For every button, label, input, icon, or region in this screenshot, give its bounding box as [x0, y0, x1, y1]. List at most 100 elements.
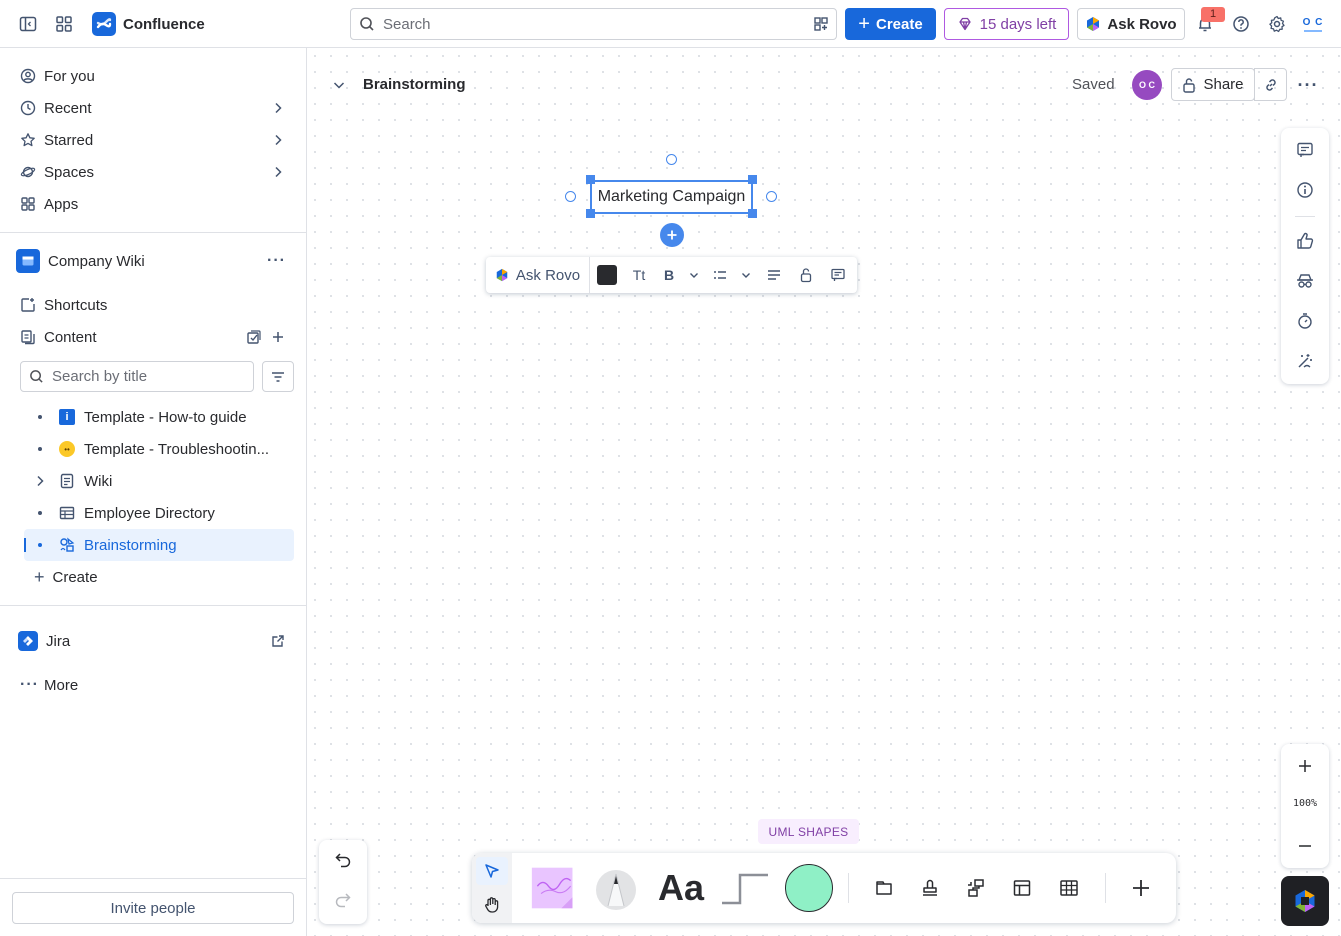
space-more-icon[interactable]: ··· [267, 252, 286, 270]
sidebar-item-content[interactable]: Content [12, 321, 294, 353]
invite-people-button[interactable]: Invite people [12, 892, 294, 924]
stamp-tool-icon[interactable] [918, 876, 942, 900]
global-search-input[interactable]: Search [350, 8, 837, 40]
rovo-chat-button[interactable] [1281, 876, 1329, 926]
add-connected-shape-icon[interactable] [660, 223, 684, 247]
sidebar-item-jira[interactable]: Jira [12, 625, 294, 657]
shape-format-toolbar: Ask Rovo Tt B [486, 257, 857, 293]
chevron-right-icon[interactable] [32, 473, 48, 489]
app-switcher-icon[interactable] [48, 8, 80, 40]
search-icon [30, 370, 43, 383]
resize-handle-bottom-left[interactable] [586, 209, 595, 218]
text-tool[interactable]: Aa [656, 865, 706, 911]
uml-shapes-label[interactable]: UML SHAPES [758, 819, 859, 844]
resize-handle-top-right[interactable] [748, 175, 757, 184]
sidebar-toggle-icon[interactable] [12, 8, 44, 40]
tree-item-troubleshooting[interactable]: •• Template - Troubleshootin... [24, 433, 294, 465]
like-icon[interactable] [1293, 229, 1317, 253]
copy-link-button[interactable] [1254, 68, 1287, 101]
help-icon[interactable] [1225, 8, 1257, 40]
template-icon[interactable] [1010, 876, 1034, 900]
zoom-controls: 100% [1281, 744, 1329, 868]
sidebar-item-label: More [44, 676, 79, 694]
redo-icon[interactable] [331, 888, 355, 912]
tree-item-wiki[interactable]: Wiki [24, 465, 294, 497]
tree-create-button[interactable]: + Create [24, 561, 294, 593]
sidebar-item-apps[interactable]: Apps [12, 188, 294, 220]
comments-icon[interactable] [1293, 138, 1317, 162]
resize-handle-top-left[interactable] [586, 175, 595, 184]
undo-icon[interactable] [331, 848, 355, 872]
sidebar-item-spaces[interactable]: Spaces [12, 156, 294, 188]
connector-handle-left[interactable] [565, 191, 576, 202]
tree-item-employee-directory[interactable]: Employee Directory [24, 497, 294, 529]
timer-icon[interactable] [1293, 309, 1317, 333]
chevron-down-icon[interactable] [736, 257, 756, 293]
user-circle-icon [20, 68, 36, 84]
shape-tool[interactable] [784, 863, 834, 913]
lock-icon[interactable] [792, 257, 820, 293]
ask-rovo-button[interactable]: Ask Rovo [1077, 8, 1185, 40]
bulk-select-icon[interactable] [246, 329, 262, 345]
more-actions-icon[interactable]: ··· [1296, 74, 1320, 96]
trial-button[interactable]: 15 days left [944, 8, 1069, 40]
select-tool-icon[interactable] [476, 857, 508, 885]
tree-item-how-to-guide[interactable]: i Template - How-to guide [24, 401, 294, 433]
frame-tool-icon[interactable] [872, 876, 896, 900]
search-filter-icon[interactable] [806, 9, 836, 39]
sidebar-item-starred[interactable]: Starred [12, 124, 294, 156]
profile-avatar[interactable]: O C [1299, 10, 1327, 38]
connector-tool[interactable] [720, 867, 770, 909]
settings-gear-icon[interactable] [1261, 8, 1293, 40]
add-content-icon[interactable] [270, 329, 286, 345]
sidebar-item-label: Jira [46, 632, 71, 650]
confluence-home-link[interactable]: Confluence [92, 12, 205, 36]
table-tool-icon[interactable] [1057, 876, 1081, 900]
bold-icon[interactable]: B [654, 257, 684, 293]
share-button[interactable]: Share [1171, 68, 1255, 101]
zoom-level[interactable]: 100% [1281, 798, 1329, 809]
connector-handle-right[interactable] [766, 191, 777, 202]
sidebar-item-recent[interactable]: Recent [12, 92, 294, 124]
space-header-company-wiki[interactable]: Company Wiki ··· [12, 245, 294, 277]
search-by-title-placeholder: Search by title [52, 368, 148, 385]
toolbar-ask-rovo-button[interactable]: Ask Rovo [486, 257, 590, 293]
page-title[interactable]: Brainstorming [363, 76, 466, 93]
pen-tool[interactable] [594, 866, 638, 910]
thinking-face-icon: •• [58, 440, 76, 458]
resize-handle-bottom-right[interactable] [748, 209, 757, 218]
more-tools-plus-icon[interactable] [1129, 876, 1153, 900]
color-swatch-button[interactable] [590, 257, 624, 293]
sticky-note-tool[interactable] [530, 864, 578, 912]
active-indicator [24, 538, 26, 552]
zoom-in-icon[interactable] [1293, 754, 1317, 778]
uml-shapes-icon[interactable] [964, 876, 988, 900]
rotate-handle[interactable] [666, 154, 677, 165]
filter-button[interactable] [262, 361, 294, 392]
magic-wand-icon[interactable] [1293, 349, 1317, 373]
sidebar-item-for-you[interactable]: For you [12, 60, 294, 92]
comment-icon[interactable] [820, 257, 856, 293]
sidebar-item-label: Apps [44, 195, 79, 213]
hand-pan-icon[interactable] [476, 891, 508, 919]
zoom-out-icon[interactable] [1293, 834, 1317, 858]
incognito-icon[interactable] [1293, 269, 1317, 293]
align-left-icon[interactable] [756, 257, 792, 293]
create-button[interactable]: + Create [845, 8, 936, 40]
sidebar-item-more[interactable]: ··· More [12, 669, 294, 701]
ask-rovo-label: Ask Rovo [1107, 15, 1177, 33]
rovo-icon [1087, 17, 1100, 31]
search-by-title-input[interactable]: Search by title [20, 361, 254, 392]
sidebar-item-shortcuts[interactable]: Shortcuts [12, 289, 294, 321]
whiteboard-canvas[interactable] [307, 48, 1341, 936]
collapse-chevron-icon[interactable] [330, 76, 348, 94]
bullet-list-icon[interactable] [704, 257, 736, 293]
marketing-campaign-shape[interactable]: Marketing Campaign [590, 180, 753, 214]
collaborator-avatar[interactable]: O C [1132, 70, 1162, 100]
text-size-icon[interactable]: Tt [624, 257, 654, 293]
creation-toolbar: Aa [472, 853, 1176, 923]
tree-item-brainstorming[interactable]: Brainstorming [24, 529, 294, 561]
tree-bullet [38, 415, 42, 419]
info-icon[interactable] [1293, 178, 1317, 202]
chevron-down-icon[interactable] [684, 257, 704, 293]
